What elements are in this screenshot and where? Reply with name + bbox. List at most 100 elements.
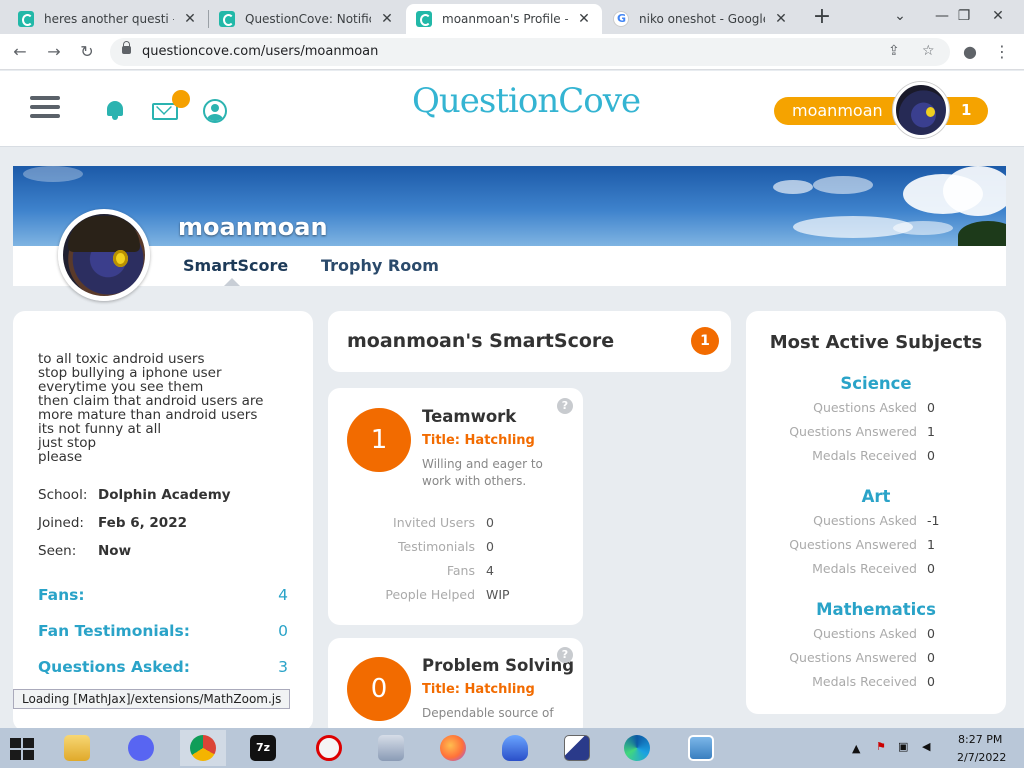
back-arrow-icon[interactable]: ← [8, 40, 32, 64]
browser-tab[interactable]: heres another questi — Q ✕ [8, 4, 208, 34]
profile-bio: to all toxic android users stop bullying… [38, 352, 263, 464]
tab-smartscore[interactable]: SmartScore [183, 256, 288, 275]
browser-status-bar: Loading [MathJax]/extensions/MathZoom.js [13, 689, 291, 709]
subject-row-value: 0 [927, 650, 935, 665]
forward-arrow-icon[interactable]: → [42, 40, 66, 64]
stat-questions-asked[interactable]: Questions Asked: 3 [38, 658, 288, 676]
joined-row: Joined: Feb 6, 2022 [38, 515, 187, 531]
seen-value: Now [98, 543, 132, 559]
discord-icon[interactable] [118, 730, 164, 766]
site-logo[interactable]: QuestionCove [412, 81, 641, 121]
bookmark-star-icon[interactable]: ☆ [922, 43, 935, 59]
new-tab-button[interactable]: + [810, 4, 834, 30]
close-tab-icon[interactable]: ✕ [773, 11, 789, 27]
school-label: School: [38, 487, 88, 503]
network-app-icon[interactable] [368, 730, 414, 766]
tab-search-chevron-icon[interactable]: ⌄ [882, 0, 918, 34]
metric-value: WIP [486, 587, 510, 602]
profile-tabs: SmartScore Trophy Room [13, 246, 1006, 286]
close-tab-icon[interactable]: ✕ [379, 11, 395, 27]
firefox-icon[interactable] [430, 730, 476, 766]
subject-row-label: Questions Asked [813, 513, 917, 528]
tray-network-icon[interactable]: ▣ [898, 740, 908, 753]
notification-bell-icon[interactable] [105, 99, 125, 121]
subject-row-value: -1 [927, 513, 940, 528]
bio-line: then claim that android users are [38, 393, 264, 409]
close-tab-icon[interactable]: ✕ [182, 11, 198, 27]
subject-name-mathematics[interactable]: Mathematics [746, 600, 1006, 619]
browser-tab-active[interactable]: moanmoan's Profile – Qu ✕ [406, 4, 602, 34]
subject-row-value: 1 [927, 424, 935, 439]
stat-label: Fan Testimonials: [38, 622, 190, 640]
school-row: School: Dolphin Academy [38, 487, 231, 503]
tab-title: niko oneshot - Google S [639, 12, 765, 26]
close-window-icon[interactable]: ✕ [980, 0, 1016, 34]
bio-line: more mature than android users [38, 407, 258, 423]
reload-icon[interactable]: ↻ [75, 40, 99, 64]
chrome-icon[interactable] [180, 730, 226, 766]
skill-title: Title: Hatchling [422, 433, 535, 448]
metric-label: Fans [446, 563, 475, 578]
profile-name: moanmoan [178, 213, 328, 241]
seen-row: Seen: Now [38, 543, 131, 559]
joined-value: Feb 6, 2022 [98, 515, 187, 531]
file-explorer-icon[interactable] [54, 730, 100, 766]
header-avatar[interactable] [893, 82, 949, 138]
tab-title: moanmoan's Profile – Qu [442, 12, 568, 26]
address-bar[interactable]: questioncove.com/users/moanmoan ⇪ ☆ [110, 38, 950, 66]
help-question-icon[interactable]: ? [557, 398, 573, 414]
share-icon[interactable]: ⇪ [888, 43, 900, 59]
blue-flame-app-icon[interactable] [492, 730, 538, 766]
joined-label: Joined: [38, 515, 84, 531]
stat-value: 0 [278, 622, 288, 640]
windows-start-icon[interactable] [10, 738, 36, 760]
profile-avatar [58, 209, 150, 301]
clock-date[interactable]: 2/7/2022 [957, 751, 1006, 764]
stat-label: Fans: [38, 586, 85, 604]
stat-value: 4 [278, 586, 288, 604]
stat-fans[interactable]: Fans: 4 [38, 586, 288, 604]
tray-volume-icon[interactable]: ◀ [922, 740, 930, 753]
stat-fan-testimonials[interactable]: Fan Testimonials: 0 [38, 622, 288, 640]
help-question-icon[interactable]: ? [557, 647, 573, 663]
subject-row-value: 0 [927, 448, 935, 463]
tab-title: QuestionCove: Notificatio [245, 12, 371, 26]
tray-flag-icon[interactable]: ⚑ [876, 740, 886, 753]
subject-row-label: Medals Received [812, 561, 917, 576]
tray-chevron-up-icon[interactable]: ▲ [852, 742, 860, 755]
subject-name-science[interactable]: Science [746, 374, 1006, 393]
user-circle-icon[interactable] [203, 99, 227, 123]
tab-trophy-room[interactable]: Trophy Room [321, 256, 439, 275]
bio-line: its not funny at all [38, 421, 162, 437]
school-value: Dolphin Academy [98, 487, 231, 503]
browser-tab[interactable]: niko oneshot - Google S ✕ [603, 4, 799, 34]
photos-app-icon[interactable] [678, 730, 724, 766]
skill-title: Title: Hatchling [422, 682, 535, 697]
close-tab-icon[interactable]: ✕ [576, 11, 592, 27]
user-menu-pill[interactable]: moanmoan 1 [774, 97, 988, 125]
metric-value: 0 [486, 539, 494, 554]
stat-value: 3 [278, 658, 288, 676]
restore-icon[interactable]: ❐ [946, 0, 982, 34]
7zip-icon[interactable]: 7z [240, 730, 286, 766]
profile-icon[interactable]: ● [958, 40, 982, 64]
metric-value: 4 [486, 563, 494, 578]
edge-icon[interactable] [614, 730, 660, 766]
subject-row-value: 1 [927, 537, 935, 552]
questioncove-favicon-icon [219, 11, 235, 27]
stat-label: Questions Asked: [38, 658, 190, 676]
menu-kebab-icon[interactable]: ⋮ [990, 40, 1014, 64]
subject-row-label: Medals Received [812, 448, 917, 463]
skill-desc: Willing and eager to work with others. [422, 457, 543, 488]
clock-time[interactable]: 8:27 PM [958, 733, 1002, 746]
paint-app-icon[interactable] [554, 730, 600, 766]
smartscore-title: moanmoan's SmartScore [347, 330, 615, 352]
browser-tab[interactable]: QuestionCove: Notificatio ✕ [209, 4, 405, 34]
skill-name: Problem Solving [422, 656, 575, 675]
bio-line: just stop [38, 435, 97, 451]
metric-label: Testimonials [398, 539, 475, 554]
hamburger-menu-icon[interactable] [30, 96, 60, 118]
subject-name-art[interactable]: Art [746, 487, 1006, 506]
subject-row-value: 0 [927, 626, 935, 641]
blocked-app-icon[interactable] [306, 730, 352, 766]
